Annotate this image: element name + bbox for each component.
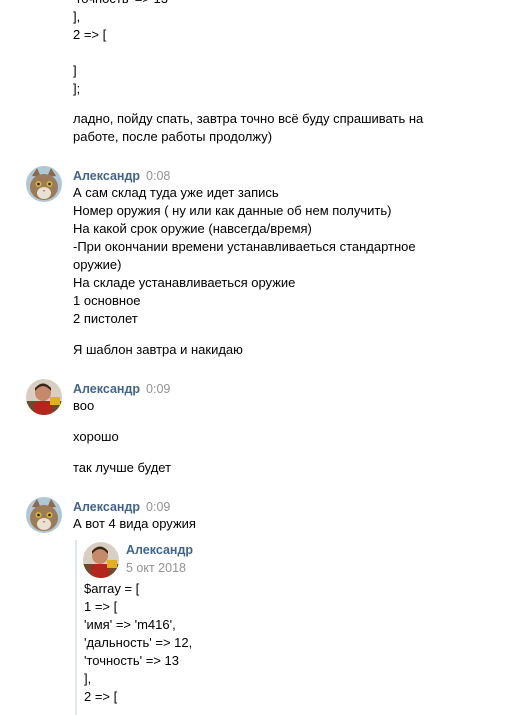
forwarded-avatar[interactable] — [83, 542, 119, 578]
message-header: Александр 0:09 — [73, 499, 170, 515]
message-header: Александр 0:09 — [73, 381, 170, 397]
code-line: ], — [73, 9, 81, 24]
forwarded-code-line: 'имя' => 'm416', — [84, 617, 176, 632]
cat-avatar-icon — [26, 166, 62, 202]
message-time[interactable]: 0:08 — [146, 169, 170, 183]
message-time[interactable]: 0:09 — [146, 382, 170, 396]
author-name[interactable]: Александр — [73, 382, 140, 396]
forwarded-code-line: 1 => [ — [84, 599, 118, 614]
avatar[interactable] — [26, 379, 62, 415]
message-line: оружие) — [73, 257, 122, 272]
forwarded-code-line: 2 => [ — [84, 689, 118, 704]
photo-avatar-icon — [26, 379, 62, 415]
code-line: 'точность' => 13 — [73, 0, 168, 8]
avatar[interactable] — [26, 497, 62, 533]
message-line: воо — [73, 398, 95, 413]
author-name[interactable]: Александр — [73, 169, 140, 183]
forwarded-author-name[interactable]: Александр — [126, 542, 193, 558]
avatar[interactable] — [26, 166, 62, 202]
code-line: ]; — [73, 81, 81, 96]
message-line: А сам склад туда уже идет запись — [73, 185, 279, 200]
cat-avatar-icon — [26, 497, 62, 533]
message-line: На складе устанавливаеться оружие — [73, 275, 296, 290]
message-line: -При окончании времени устанавливаеться … — [73, 239, 416, 254]
code-line: 2 => [ — [73, 27, 107, 42]
message-line: так лучше будет — [73, 460, 172, 475]
code-line: ] — [73, 63, 77, 78]
forwarded-code-line: 'точность' => 13 — [84, 653, 179, 668]
message-line: На какой срок оружие (навсегда/время) — [73, 221, 312, 236]
message-line: хорошо — [73, 429, 119, 444]
message-line: Номер оружия ( ну или как данные об нем … — [73, 203, 392, 218]
message-text: ладно, пойду спать, завтра точно всё буд… — [73, 111, 424, 144]
message-line: 2 пистолет — [73, 311, 138, 326]
forwarded-code-line: ], — [84, 671, 92, 686]
message-time[interactable]: 0:09 — [146, 500, 170, 514]
forwarded-code-line: 'дальность' => 12, — [84, 635, 193, 650]
author-name[interactable]: Александр — [73, 500, 140, 514]
photo-avatar-icon — [83, 542, 119, 578]
message-header: Александр 0:08 — [73, 168, 170, 184]
message-line: А вот 4 вида оружия — [73, 516, 196, 531]
forwarded-quote-bar — [75, 540, 77, 715]
message-line: 1 основное — [73, 293, 141, 308]
forwarded-date[interactable]: 5 окт 2018 — [126, 560, 186, 576]
message-line: Я шаблон завтра и накидаю — [73, 342, 243, 357]
forwarded-code-line: $array = [ — [84, 581, 140, 596]
